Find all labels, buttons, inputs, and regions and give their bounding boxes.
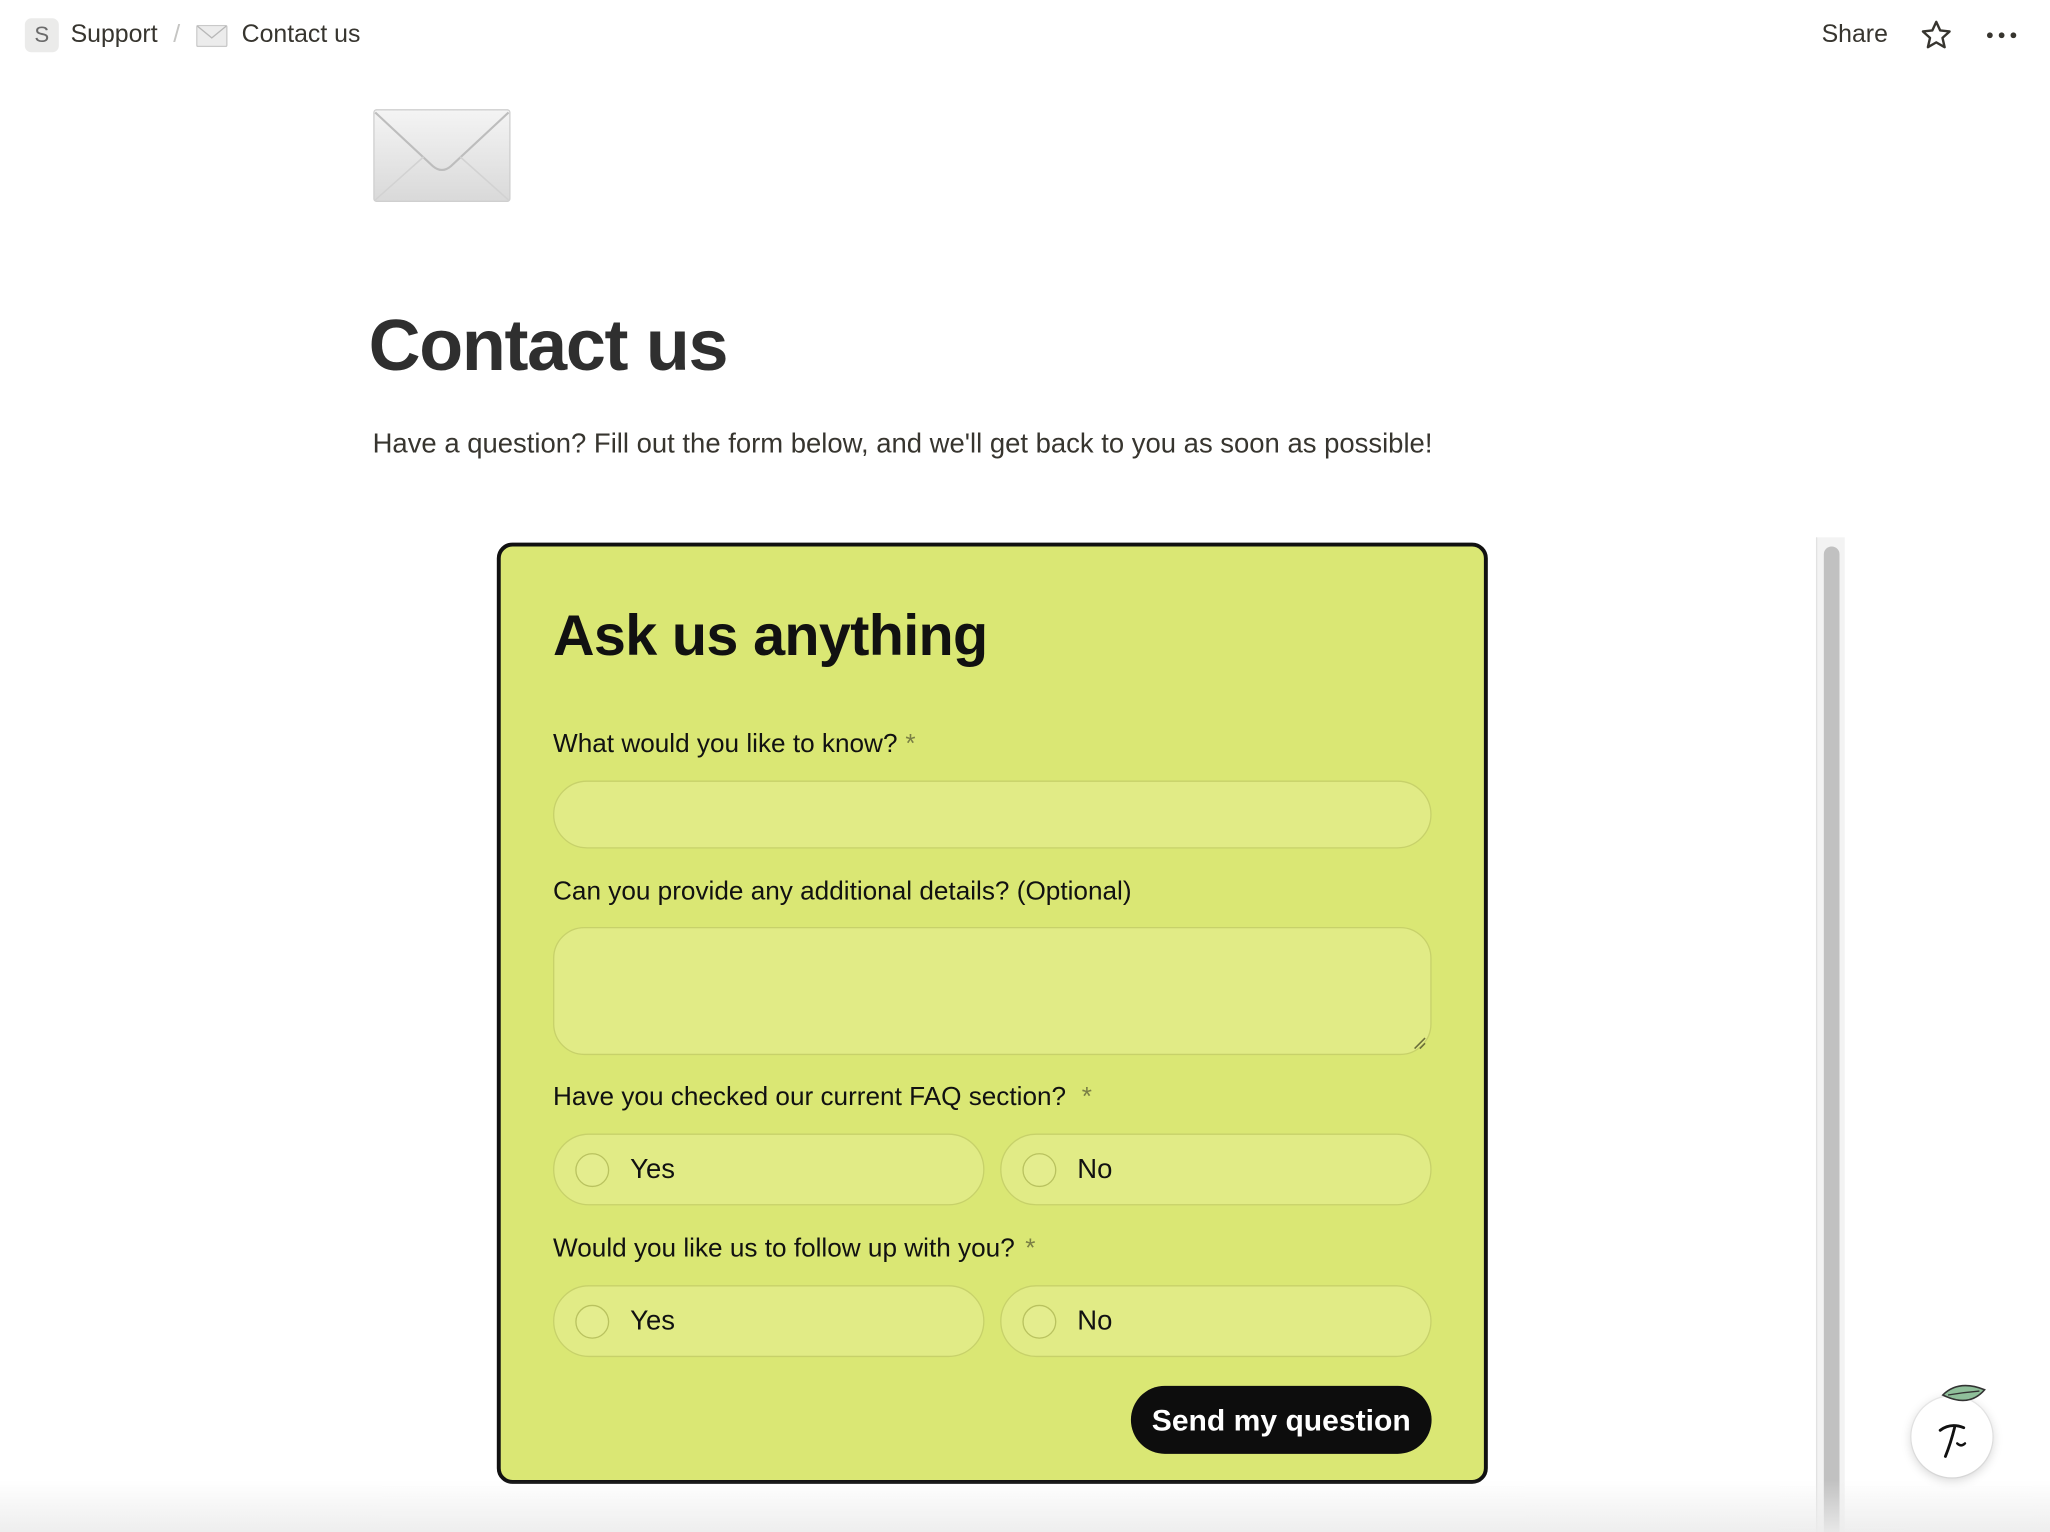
page-root: S Support / Contact us Share Contact us … <box>0 0 2050 1532</box>
workspace-badge[interactable]: S <box>24 18 59 53</box>
breadcrumb-parent[interactable]: Support <box>71 21 158 50</box>
leaf-icon <box>1941 1384 1986 1402</box>
question-text: What would you like to know? <box>553 729 898 759</box>
form-heading: Ask us anything <box>553 604 988 669</box>
top-actions: Share <box>1822 16 2019 55</box>
question-label-details: Can you provide any additional details? … <box>553 877 1132 907</box>
question-text: Have you checked our current FAQ section… <box>553 1082 1067 1112</box>
required-marker: * <box>1081 1082 1092 1112</box>
share-button[interactable]: Share <box>1822 21 1888 50</box>
question-label-faq: Have you checked our current FAQ section… <box>553 1083 1092 1113</box>
question-label-know: What would you like to know? * <box>553 730 915 760</box>
radio-circle-icon[interactable] <box>575 1152 610 1187</box>
question-text: Can you provide any additional details? … <box>553 877 1132 907</box>
faq-no-option[interactable]: No <box>1000 1133 1432 1206</box>
bottom-fade <box>0 1479 2050 1532</box>
radio-circle-icon[interactable] <box>1022 1304 1057 1339</box>
option-label: Yes <box>630 1153 675 1184</box>
page-title: Contact us <box>368 304 729 386</box>
follow-up-no-option[interactable]: No <box>1000 1285 1432 1358</box>
page-description: Have a question? Fill out the form below… <box>372 428 1433 459</box>
submit-button[interactable]: Send my question <box>1130 1385 1432 1454</box>
question-label-follow-up: Would you like us to follow up with you?… <box>553 1234 1035 1264</box>
required-marker: * <box>905 729 916 759</box>
breadcrumb-separator: / <box>173 20 181 49</box>
option-label: Yes <box>630 1305 675 1336</box>
breadcrumb-current[interactable]: Contact us <box>242 21 361 50</box>
option-label: No <box>1077 1305 1113 1336</box>
contact-form: Ask us anything What would you like to k… <box>496 542 1488 1484</box>
radio-circle-icon[interactable] <box>1022 1152 1057 1187</box>
option-label: No <box>1077 1153 1113 1184</box>
envelope-icon[interactable] <box>371 107 512 204</box>
more-options-icon[interactable] <box>1985 18 2019 52</box>
embed-scrollbar-thumb[interactable] <box>1823 546 1840 1532</box>
radio-circle-icon[interactable] <box>575 1304 610 1339</box>
envelope-icon <box>195 24 228 47</box>
resize-handle-icon[interactable] <box>1411 1034 1427 1050</box>
faq-yes-option[interactable]: Yes <box>553 1133 985 1206</box>
required-marker: * <box>1025 1234 1036 1263</box>
breadcrumb: S Support / Contact us <box>24 18 361 53</box>
question-text: Would you like us to follow up with you? <box>553 1234 1015 1263</box>
top-bar: S Support / Contact us Share <box>0 0 2050 71</box>
follow-up-yes-option[interactable]: Yes <box>553 1285 985 1358</box>
question-input[interactable] <box>553 780 1432 849</box>
star-icon[interactable] <box>1919 18 1953 52</box>
details-textarea[interactable] <box>553 926 1432 1056</box>
